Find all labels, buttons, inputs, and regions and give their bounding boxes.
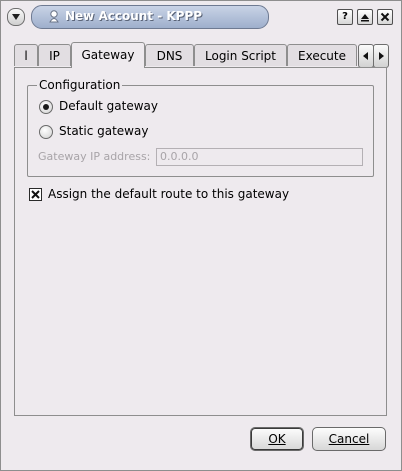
tab-label: DNS xyxy=(156,49,183,63)
window-title: New Account - KPPP xyxy=(65,9,203,23)
title-bar: New Account - KPPP ? xyxy=(1,1,401,31)
tab-ip[interactable]: IP xyxy=(38,44,71,66)
tab-login-script[interactable]: Login Script xyxy=(194,44,287,66)
ok-label: OK xyxy=(268,432,286,446)
tab-scroll-left-button[interactable] xyxy=(358,44,374,68)
tab-execute[interactable]: Execute xyxy=(287,44,357,66)
tab-label: Gateway xyxy=(81,48,135,62)
radio-selected-dot xyxy=(43,104,49,110)
maximize-icon xyxy=(361,14,369,22)
gateway-ip-label: Gateway IP address: xyxy=(38,150,151,163)
tab-gateway[interactable]: Gateway xyxy=(71,42,145,68)
help-button[interactable]: ? xyxy=(337,9,353,25)
close-icon xyxy=(380,12,390,22)
default-gateway-radio[interactable] xyxy=(39,100,53,114)
default-gateway-label[interactable]: Default gateway xyxy=(59,98,158,114)
tab-label: l xyxy=(24,49,28,63)
configuration-group-title: Configuration xyxy=(37,78,123,92)
tab-label: Login Script xyxy=(205,49,276,63)
static-gateway-radio[interactable] xyxy=(39,125,53,139)
default-route-checkbox[interactable] xyxy=(29,188,42,201)
tab-dns[interactable]: DNS xyxy=(145,44,194,66)
static-gateway-label[interactable]: Static gateway xyxy=(59,123,148,139)
gateway-ip-input[interactable]: 0.0.0.0 xyxy=(156,148,363,166)
maximize-button[interactable] xyxy=(357,9,373,25)
dialog-window: New Account - KPPP ? l IP Gateway DNS Lo… xyxy=(0,0,402,471)
cancel-label: Cancel xyxy=(328,432,370,446)
tab-scroll-right-button[interactable] xyxy=(373,44,389,68)
tab-partial[interactable]: l xyxy=(14,44,38,66)
cancel-button[interactable]: Cancel xyxy=(312,427,386,451)
help-icon: ? xyxy=(342,11,348,22)
ok-button[interactable]: OK xyxy=(250,427,304,451)
tab-label: Execute xyxy=(298,49,346,63)
close-button[interactable] xyxy=(377,9,393,25)
tab-label: IP xyxy=(49,49,60,63)
arrow-right-icon xyxy=(379,52,384,60)
chevron-down-icon xyxy=(12,14,20,20)
arrow-left-icon xyxy=(363,52,368,60)
default-route-label[interactable]: Assign the default route to this gateway xyxy=(48,186,289,202)
tab-bar: l IP Gateway DNS Login Script Execute xyxy=(14,42,392,68)
window-menu-button[interactable] xyxy=(7,8,25,26)
kppp-app-icon xyxy=(49,10,59,23)
checkmark-x-icon xyxy=(31,190,40,199)
